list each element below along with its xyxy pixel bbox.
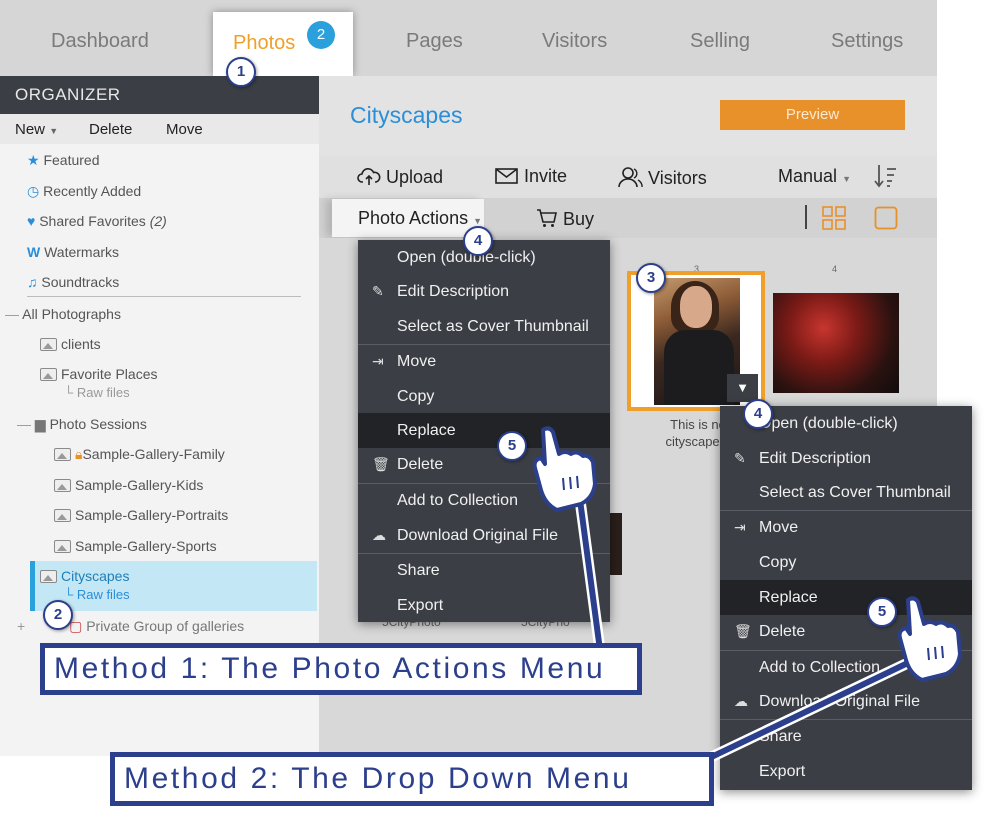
- step-callout-2: 2: [43, 600, 73, 630]
- step-callout-5b: 5: [867, 597, 897, 627]
- hand-pointer-icon: [897, 596, 962, 682]
- step-callout-4b: 4: [743, 399, 773, 429]
- step-callout-3: 3: [636, 263, 666, 293]
- step-callout-4: 4: [463, 226, 493, 256]
- pointer-line: [678, 647, 937, 775]
- pointer-line: [577, 499, 603, 651]
- step-callout-5: 5: [497, 431, 527, 461]
- hand-pointer-icon: [532, 426, 597, 512]
- step-callout-1: 1: [226, 57, 256, 87]
- method-1-banner: Method 1: The Photo Actions Menu: [40, 643, 642, 695]
- annotation-overlay: [532, 426, 962, 777]
- method-2-banner: Method 2: The Drop Down Menu: [110, 752, 714, 806]
